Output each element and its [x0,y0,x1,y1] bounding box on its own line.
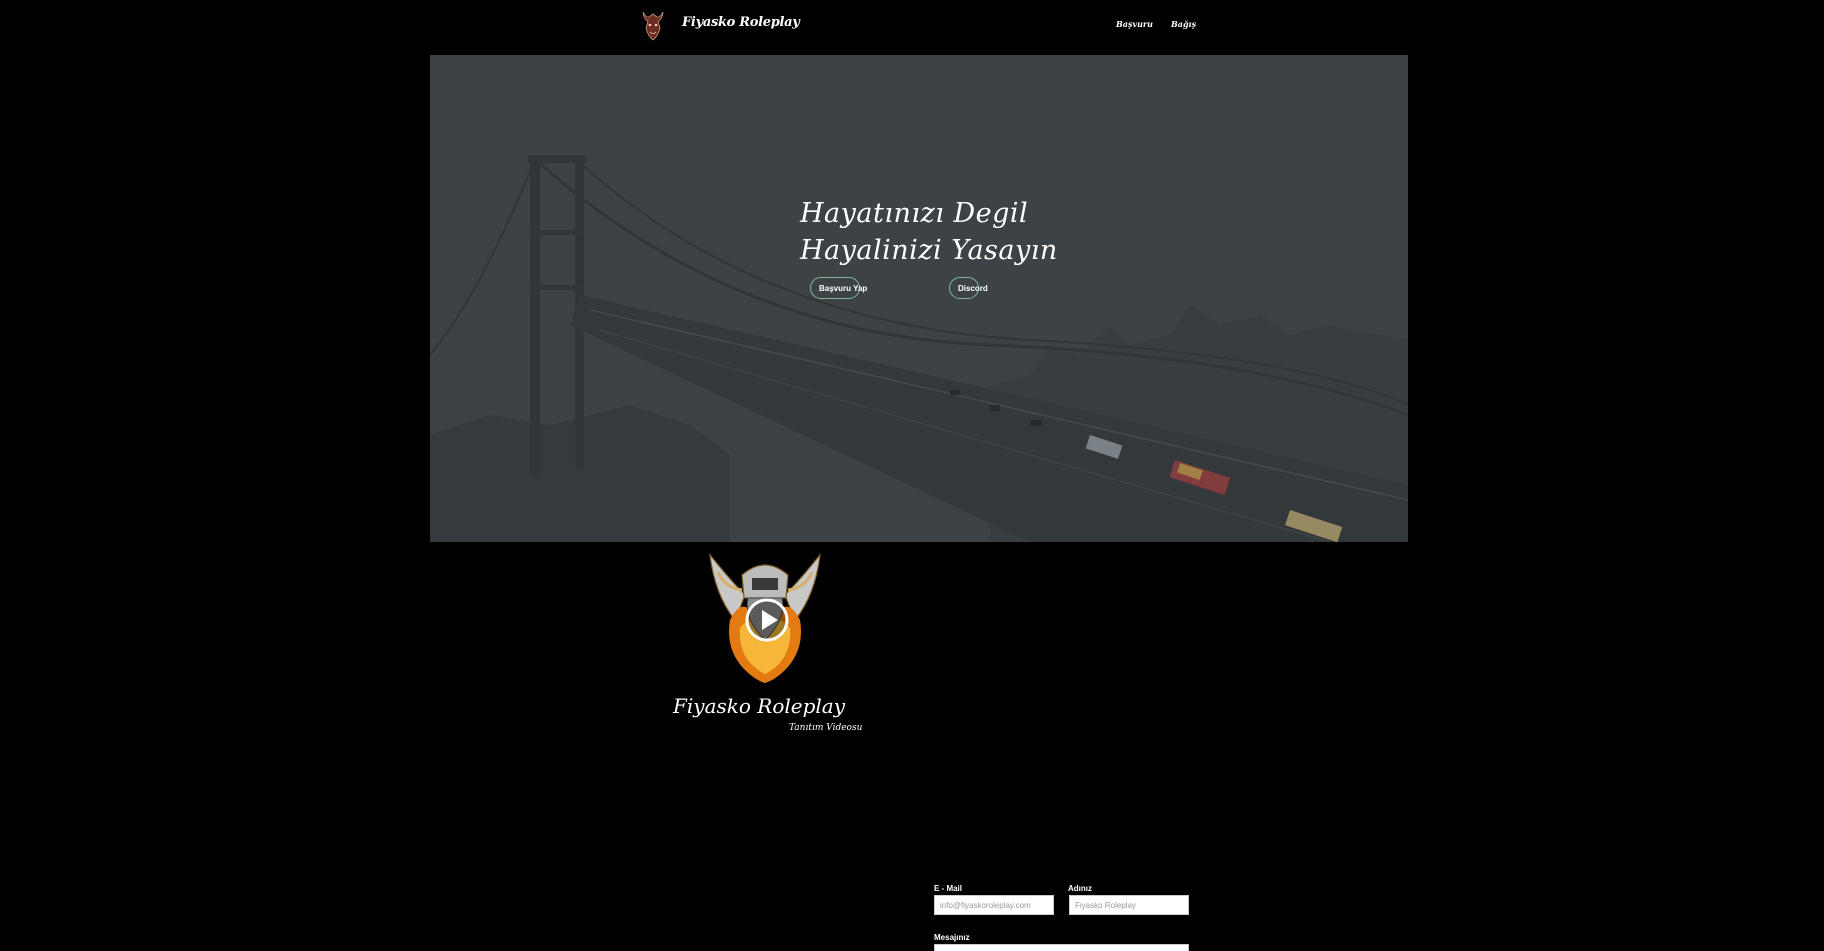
video-subtitle: Tanıtım Videosu [789,723,863,733]
hero-title-line-1: Hayatınızı Degil [800,198,1029,229]
discord-button[interactable]: Discord [949,277,988,299]
page: Fiyasko Roleplay Başvuru Bağış Hayatınız… [0,0,1824,951]
hero-section: Hayatınızı Degil Hayalinizi Yasayın Başv… [430,55,1408,542]
nav-link-donate[interactable]: Bağış [1171,19,1196,29]
brand-name[interactable]: Fiyasko Roleplay [682,15,800,30]
navbar: Fiyasko Roleplay Başvuru Bağış [0,0,1824,52]
apply-button[interactable]: Başvuru Yap [810,277,867,299]
message-field[interactable] [934,944,1189,951]
message-label: Mesajınız [934,933,970,942]
email-label: E - Mail [934,884,963,893]
play-icon[interactable] [745,598,789,642]
hero-title-line-2: Hayalinizi Yasayın [800,235,1058,266]
name-field[interactable] [1069,895,1189,915]
hero-background-image [430,55,1408,542]
nav-link-apply[interactable]: Başvuru [1116,19,1153,29]
brand-logo-icon[interactable] [638,8,668,42]
video-title: Fiyasko Roleplay [673,694,846,718]
name-label: Adınız [1068,884,1092,893]
hero-title: Hayatınızı Degil Hayalinizi Yasayın [800,195,1058,269]
email-field[interactable] [934,895,1054,915]
